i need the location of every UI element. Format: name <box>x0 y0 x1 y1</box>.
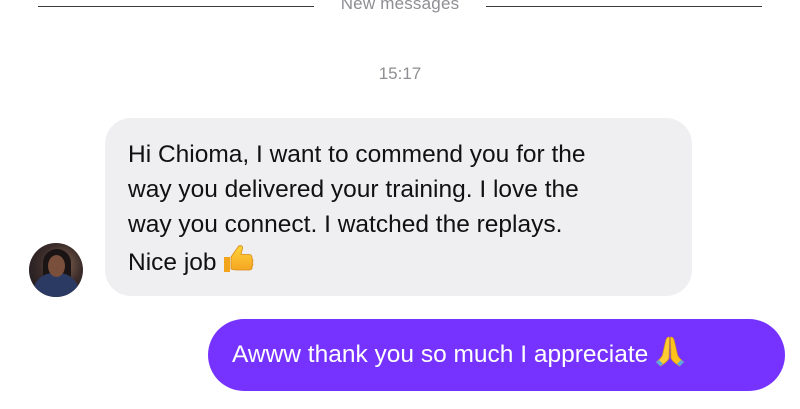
outgoing-message-bubble[interactable]: Awww thank you so much I appreciate <box>208 319 785 391</box>
new-messages-label: New messages <box>340 0 460 13</box>
incoming-message-bubble[interactable]: Hi Chioma, I want to commend you for the… <box>105 118 692 296</box>
message-line: way you connect. I watched the replays. <box>128 211 563 238</box>
thumbs-up-icon <box>221 242 255 284</box>
outgoing-message-text: Awww thank you so much I appreciate <box>232 341 649 368</box>
divider-line-left <box>38 6 314 7</box>
message-line-last: Nice job <box>128 242 672 284</box>
sender-avatar[interactable] <box>29 243 83 297</box>
message-line: Hi Chioma, I want to commend you for the <box>128 141 586 168</box>
new-messages-divider: New messages <box>0 0 800 22</box>
message-line-text: Nice job <box>128 249 217 276</box>
avatar-face <box>48 255 65 277</box>
folded-hands-icon <box>654 325 686 397</box>
message-timestamp: 15:17 <box>378 64 422 83</box>
message-line: way you delivered your training. I love … <box>128 176 579 203</box>
divider-line-right <box>486 6 762 7</box>
